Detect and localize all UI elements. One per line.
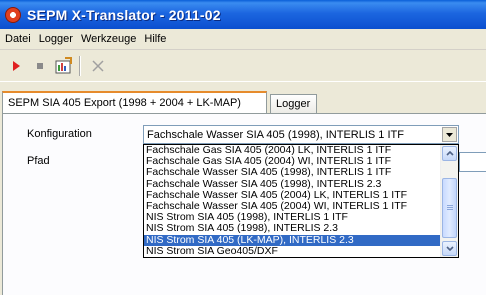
- dropdown-option[interactable]: NIS Strom SIA Geo405/DXF: [144, 245, 441, 257]
- konfiguration-value: Fachschale Wasser SIA 405 (1998), INTERL…: [147, 128, 404, 141]
- option-list: Fachschale Gas SIA 405 (2004) LK, INTERL…: [144, 145, 441, 257]
- scroll-thumb[interactable]: [442, 178, 457, 238]
- grip-line: [447, 205, 453, 206]
- close-button[interactable]: [87, 55, 109, 77]
- toolbar-separator: [79, 55, 81, 76]
- scroll-up-button[interactable]: [442, 146, 457, 161]
- dropdown-option[interactable]: Fachschale Wasser SIA 405 (1998), INTERL…: [144, 167, 441, 178]
- dropdown-scrollbar[interactable]: [440, 145, 458, 257]
- chevron-down-icon: [446, 132, 453, 137]
- chevron-down-icon: [445, 246, 454, 251]
- close-icon: [92, 59, 104, 72]
- app-logo-icon: [5, 6, 21, 23]
- grip-line: [447, 207, 453, 208]
- pfad-input[interactable]: [459, 152, 486, 172]
- export-button[interactable]: [53, 55, 75, 77]
- dropdown-option[interactable]: NIS Strom SIA 405 (1998), INTERLIS 2.3: [144, 223, 441, 234]
- konfiguration-label: Konfiguration: [27, 128, 92, 140]
- tab-sepm-export[interactable]: SEPM SIA 405 Export (1998 + 2004 + LK-MA…: [2, 91, 267, 113]
- grip-line: [447, 209, 453, 210]
- menu-hilfe[interactable]: Hilfe: [140, 33, 170, 45]
- menu-logger[interactable]: Logger: [35, 33, 77, 45]
- scroll-down-button[interactable]: [442, 241, 457, 256]
- menu-werkzeuge[interactable]: Werkzeuge: [77, 33, 140, 45]
- export-icon: [55, 56, 72, 73]
- stop-button[interactable]: [29, 55, 51, 77]
- tab-strip: SEPM SIA 405 Export (1998 + 2004 + LK-MA…: [0, 91, 486, 113]
- konfiguration-dropdown-list[interactable]: Fachschale Gas SIA 405 (2004) LK, INTERL…: [143, 144, 459, 258]
- toolbar: [0, 50, 486, 82]
- menu-bar: Datei Logger Werkzeuge Hilfe: [0, 29, 486, 50]
- pfad-label: Pfad: [27, 155, 50, 167]
- dropdown-option[interactable]: NIS Strom SIA 405 (LK-MAP), INTERLIS 2.3: [144, 234, 441, 246]
- stop-icon: [37, 62, 43, 69]
- menu-datei[interactable]: Datei: [0, 33, 35, 45]
- window-title: SEPM X-Translator - 2011-02: [27, 6, 221, 23]
- tab-logger[interactable]: Logger: [270, 94, 317, 113]
- dropdown-toggle-button[interactable]: [442, 127, 457, 142]
- title-bar: SEPM X-Translator - 2011-02: [0, 0, 486, 29]
- konfiguration-select[interactable]: Fachschale Wasser SIA 405 (1998), INTERL…: [143, 125, 459, 144]
- run-icon: [13, 60, 20, 71]
- chevron-up-icon: [445, 151, 454, 156]
- run-button[interactable]: [5, 55, 27, 77]
